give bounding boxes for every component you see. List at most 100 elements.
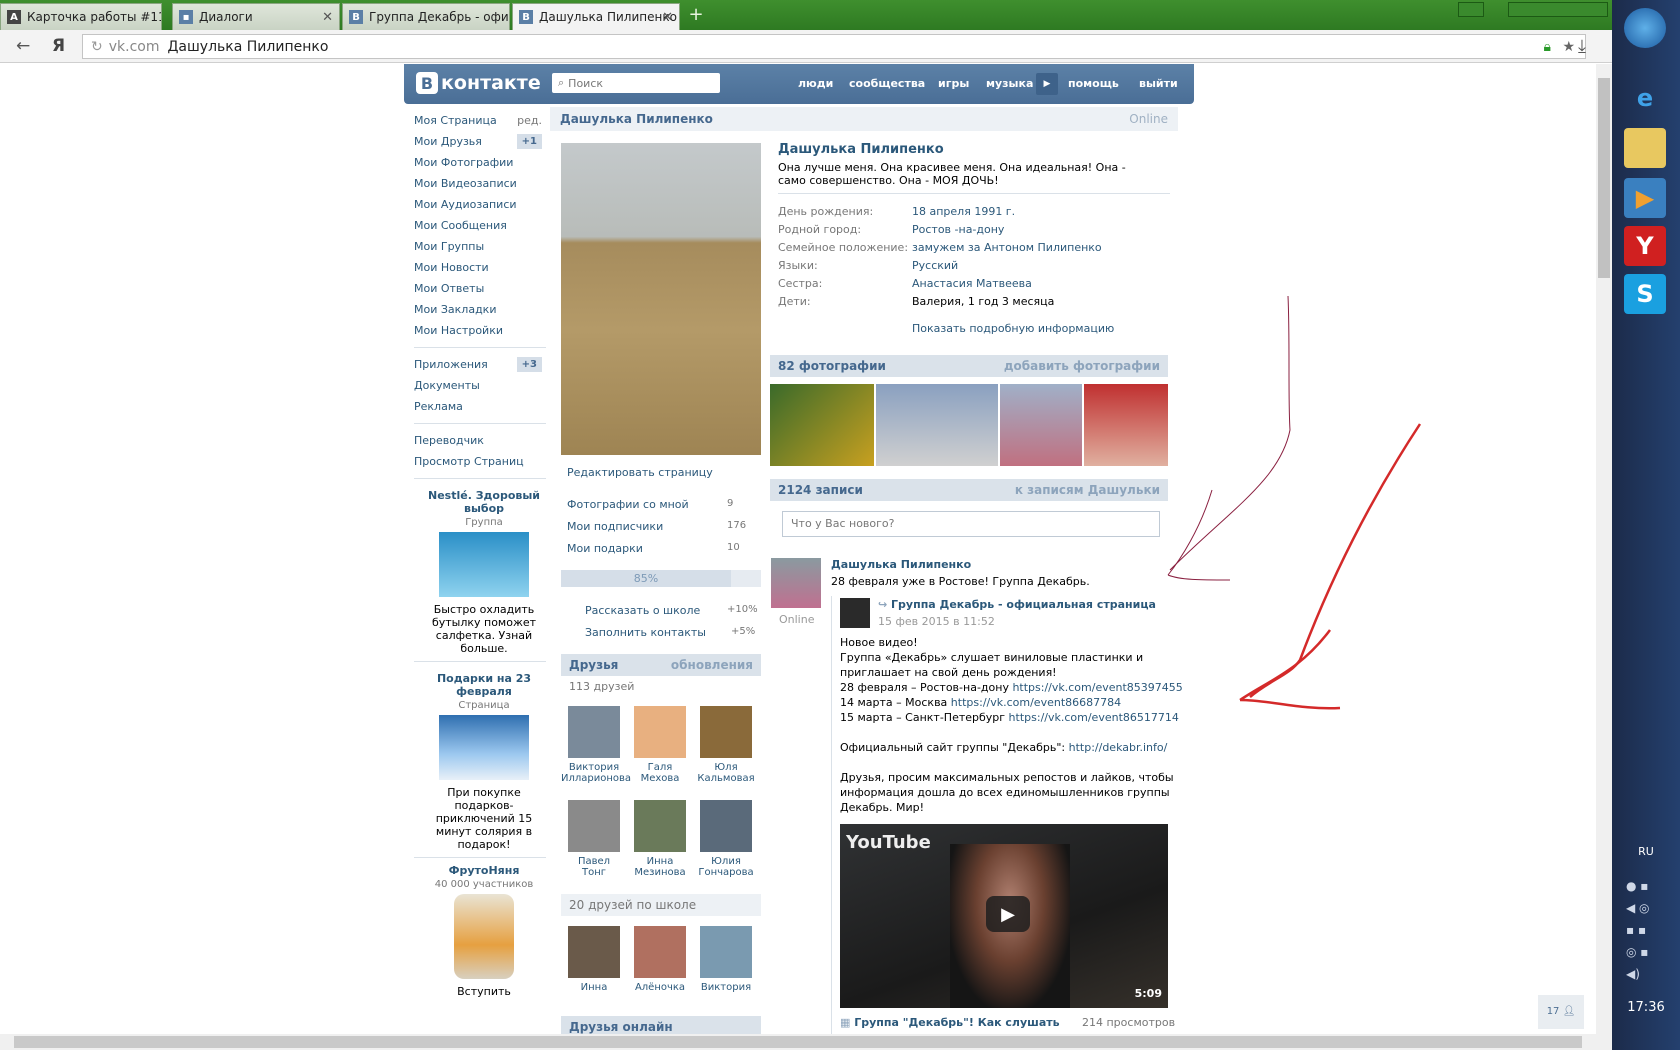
back-arrow-icon[interactable]: ← bbox=[16, 36, 30, 56]
counter-followers[interactable]: Мои подписчики 176 bbox=[567, 520, 761, 533]
nav-people[interactable]: люди bbox=[798, 77, 833, 90]
counter-photos[interactable]: Фотографии со мной 9 bbox=[567, 498, 761, 511]
language-indicator[interactable]: RU bbox=[1612, 845, 1680, 858]
internet-explorer-icon[interactable]: e bbox=[1624, 78, 1666, 118]
nav-games[interactable]: игры bbox=[938, 77, 969, 90]
video-title[interactable]: ▦ Группа "Декабрь"! Как слушать bbox=[840, 1015, 1060, 1030]
menu-bookmarks[interactable]: Мои Закладки bbox=[406, 299, 546, 320]
photo-thumb[interactable] bbox=[770, 384, 874, 466]
tray-icons[interactable]: ● ▪ ◀ ◎ ▪ ▪ ◎ ▪ ◀) bbox=[1626, 875, 1666, 981]
skype-icon[interactable]: S bbox=[1624, 274, 1666, 314]
menu-photos[interactable]: Мои Фотографии bbox=[406, 152, 546, 173]
menu-audio[interactable]: Мои Аудиозаписи bbox=[406, 194, 546, 215]
nav-music[interactable]: музыка bbox=[986, 77, 1033, 90]
play-icon[interactable]: ▶ bbox=[986, 896, 1030, 932]
yandex-browser-icon[interactable]: Y bbox=[1624, 226, 1666, 266]
lock-icon: 🔒︎ bbox=[1543, 38, 1551, 55]
friend-card[interactable]: Павел Тонг bbox=[561, 800, 627, 878]
friend-card[interactable]: Алёночка bbox=[627, 926, 693, 993]
photo-thumb[interactable] bbox=[1000, 384, 1082, 466]
friends-header[interactable]: Друзья обновления bbox=[561, 654, 761, 676]
more-arrow-icon[interactable]: ▶ bbox=[1036, 73, 1058, 95]
menu-button[interactable] bbox=[1458, 2, 1484, 17]
window-controls[interactable] bbox=[1508, 2, 1608, 17]
download-icon[interactable]: ⤓ bbox=[1578, 36, 1586, 57]
avatar bbox=[634, 926, 686, 978]
wall-header[interactable]: 2124 записи к записям Дашульки bbox=[770, 479, 1168, 501]
school-friends-header[interactable]: 20 друзей по школе bbox=[561, 894, 761, 916]
repost-source[interactable]: ↪ Группа Декабрь - официальная страница bbox=[878, 597, 1156, 612]
edit-link[interactable]: ред. bbox=[517, 110, 542, 131]
menu-friends[interactable]: Мои Друзья +1 bbox=[406, 131, 546, 152]
show-more-info-link[interactable]: Показать подробную информацию bbox=[912, 322, 1114, 335]
avatar bbox=[568, 926, 620, 978]
vertical-scrollbar[interactable] bbox=[1596, 64, 1612, 1034]
browser-tab[interactable]: B Группа Декабрь - офи bbox=[342, 3, 510, 30]
reload-icon[interactable]: ↻ bbox=[91, 39, 103, 55]
photos-header[interactable]: 82 фотографии добавить фотографии bbox=[770, 355, 1168, 377]
ad-block[interactable]: Nestlé. Здоровый выбор Группа Быстро охл… bbox=[424, 489, 544, 655]
post-line: Декабрь. Мир! bbox=[840, 801, 925, 814]
clock[interactable]: 17:36 bbox=[1612, 1000, 1680, 1015]
friend-card[interactable]: Инна bbox=[561, 926, 627, 993]
video-player[interactable]: YouTube ▶ 5:09 bbox=[840, 824, 1168, 1008]
close-tab-icon[interactable]: ✕ bbox=[322, 10, 333, 25]
menu-translator[interactable]: Переводчик bbox=[406, 430, 546, 451]
ad-image bbox=[439, 532, 529, 597]
menu-settings[interactable]: Мои Настройки bbox=[406, 320, 546, 341]
start-button-icon[interactable] bbox=[1624, 8, 1666, 48]
friend-card[interactable]: Юля Кальмовая bbox=[693, 706, 759, 784]
friend-card[interactable]: Виктория Илларионова bbox=[561, 706, 631, 784]
browser-tab[interactable]: ▪ Диалоги ✕ bbox=[172, 3, 340, 30]
menu-news[interactable]: Мои Новости bbox=[406, 257, 546, 278]
repost-date[interactable]: 15 фев 2015 в 11:52 bbox=[878, 614, 995, 629]
folder-icon[interactable] bbox=[1624, 128, 1666, 168]
friend-card[interactable]: Галя Мехова bbox=[627, 706, 693, 784]
menu-answers[interactable]: Мои Ответы bbox=[406, 278, 546, 299]
friend-card[interactable]: Инна Мезинова bbox=[627, 800, 693, 878]
group-avatar[interactable] bbox=[840, 598, 870, 628]
menu-documents[interactable]: Документы bbox=[406, 375, 546, 396]
task-contacts[interactable]: Заполнить контакты +5% bbox=[567, 626, 761, 639]
scroll-thumb[interactable] bbox=[1598, 78, 1610, 278]
photo-thumb[interactable] bbox=[876, 384, 998, 466]
post-event-line: 15 марта – Санкт-Петербург https://vk.co… bbox=[840, 711, 1179, 724]
menu-groups[interactable]: Мои Группы bbox=[406, 236, 546, 257]
counter-gifts[interactable]: Мои подарки 10 bbox=[567, 542, 761, 555]
nav-logout[interactable]: выйти bbox=[1139, 77, 1178, 90]
media-player-icon[interactable]: ▶ bbox=[1624, 178, 1666, 218]
new-post-input[interactable]: Что у Вас нового? bbox=[782, 511, 1160, 537]
ad-block[interactable]: ФрутоНяня 40 000 участников Вступить bbox=[424, 864, 544, 998]
divider bbox=[414, 857, 546, 858]
new-tab-button[interactable]: + bbox=[686, 4, 706, 26]
star-icon[interactable]: ★ bbox=[1562, 39, 1575, 55]
nav-communities[interactable]: сообщества bbox=[849, 77, 925, 90]
profile-status[interactable]: Она лучше меня. Она красивее меня. Она и… bbox=[778, 161, 1138, 187]
horizontal-scrollbar[interactable] bbox=[0, 1034, 1612, 1050]
search-input[interactable]: ⌕ Поиск bbox=[552, 73, 720, 93]
nav-help[interactable]: помощь bbox=[1068, 77, 1119, 90]
menu-messages[interactable]: Мои Сообщения bbox=[406, 215, 546, 236]
avatar[interactable] bbox=[771, 558, 821, 608]
online-counter[interactable]: 17 👤︎ bbox=[1538, 995, 1584, 1029]
browser-tab-active[interactable]: B Дашулька Пилипенко ✕ bbox=[512, 3, 680, 30]
friend-card[interactable]: Виктория bbox=[693, 926, 759, 993]
friend-card[interactable]: Юлия Гончарова bbox=[693, 800, 759, 878]
menu-page-views[interactable]: Просмотр Страниц bbox=[406, 451, 546, 472]
browser-tab[interactable]: A Карточка работы #11( bbox=[0, 3, 162, 30]
ad-image bbox=[439, 715, 529, 780]
menu-my-page[interactable]: Моя Страница ред. bbox=[406, 110, 546, 131]
yandex-icon[interactable]: Я bbox=[52, 36, 65, 56]
task-school[interactable]: Рассказать о школе +10% bbox=[567, 604, 761, 617]
edit-page-link[interactable]: Редактировать страницу bbox=[567, 466, 713, 479]
menu-ads[interactable]: Реклама bbox=[406, 396, 546, 417]
menu-apps[interactable]: Приложения +3 bbox=[406, 354, 546, 375]
ad-block[interactable]: Подарки на 23 февраля Страница При покуп… bbox=[424, 672, 544, 851]
url-input[interactable]: ↻ vk.com Дашулька Пилипенко 🔒︎ ★ bbox=[82, 34, 1586, 59]
menu-videos[interactable]: Мои Видеозаписи bbox=[406, 173, 546, 194]
close-tab-icon[interactable]: ✕ bbox=[662, 10, 673, 25]
post-author[interactable]: Дашулька Пилипенко bbox=[831, 557, 971, 572]
profile-photo[interactable] bbox=[561, 143, 761, 455]
vk-logo[interactable]: В контакте bbox=[416, 72, 541, 94]
scroll-thumb[interactable] bbox=[14, 1036, 1582, 1048]
